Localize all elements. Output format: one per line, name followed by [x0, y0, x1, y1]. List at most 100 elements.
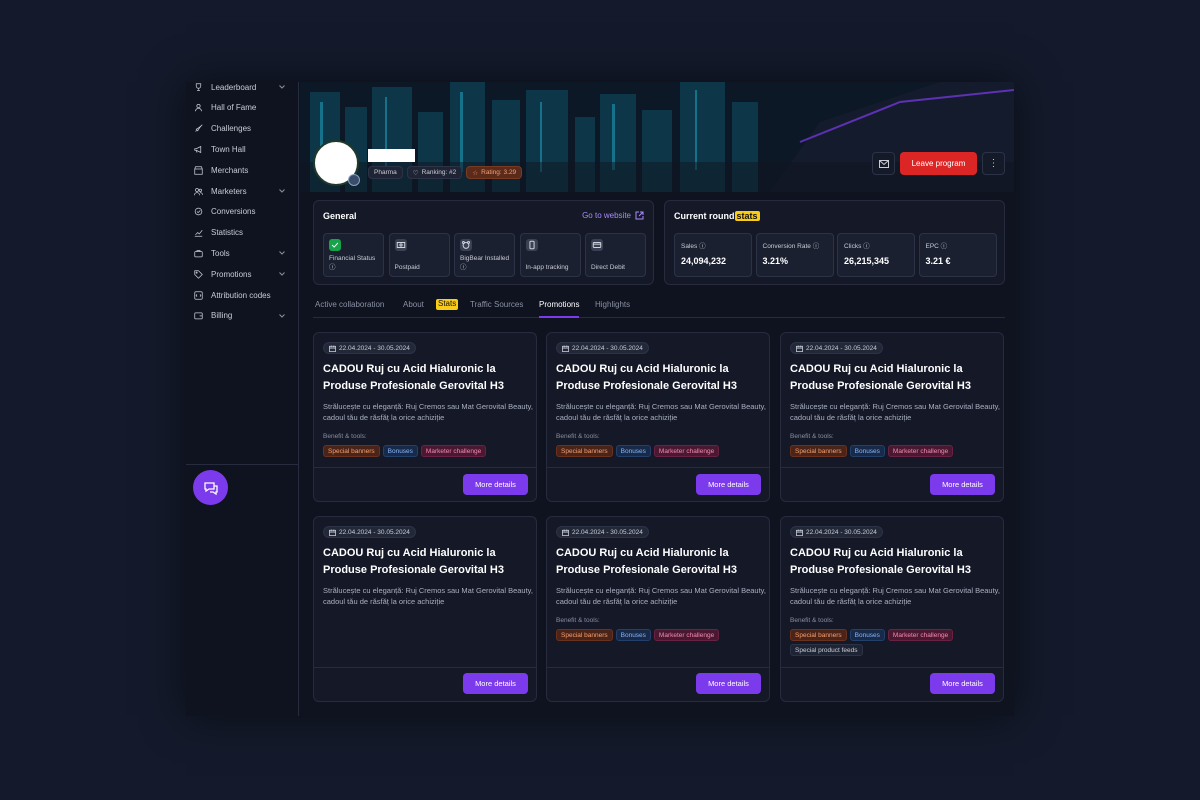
date-range-chip: 22.04.2024 - 30.05.2024	[323, 526, 416, 538]
promotion-card: 22.04.2024 - 30.05.2024 CADOU Ruj cu Acid…	[313, 516, 537, 702]
general-item-label: BigBear Installed ⓘ	[460, 255, 510, 271]
card-icon	[591, 239, 603, 251]
more-details-button[interactable]: More details	[696, 673, 761, 694]
conversion-icon	[194, 207, 203, 216]
benefit-label: Benefit & tools:	[790, 433, 834, 440]
message-button[interactable]	[872, 152, 895, 175]
general-item-in-app-tracking: In-app tracking	[519, 233, 581, 277]
current-round-panel: Current round stats Sales ⓘ 24,094,232 Conv…	[664, 200, 1005, 285]
tag-marketer-challenge: Marketer challenge	[653, 445, 720, 457]
general-panel: General Go to website Financial Status ⓘ…	[313, 200, 654, 285]
card-divider	[781, 667, 1003, 668]
sidebar-item-attribution-codes[interactable]: Attribution codes	[194, 286, 294, 304]
benefit-label: Benefit & tools:	[323, 433, 367, 440]
stat-card-clicks: Clicks ⓘ 26,215,345	[837, 233, 915, 277]
more-options-button[interactable]: ⋮	[982, 152, 1005, 175]
date-range-chip: 22.04.2024 - 30.05.2024	[790, 526, 883, 538]
date-range-text: 22.04.2024 - 30.05.2024	[572, 344, 643, 352]
promotion-title: CADOU Ruj cu Acid Hialuronic la Produse …	[556, 547, 737, 576]
sidebar-item-statistics[interactable]: Statistics	[194, 224, 294, 242]
promotion-card: 22.04.2024 - 30.05.2024 CADOU Ruj cu Acid…	[780, 332, 1004, 502]
tag-special-product-feeds: Special product feeds	[790, 644, 863, 656]
stat-label: EPC ⓘ	[925, 243, 948, 250]
chevron-down-icon[interactable]	[278, 187, 286, 195]
current-round-title-highlight: stats	[734, 211, 760, 221]
date-range-chip: 22.04.2024 - 30.05.2024	[556, 526, 649, 538]
tab-promotions[interactable]: Promotions	[539, 300, 580, 318]
general-item-direct-debit: Direct Debit	[585, 233, 646, 277]
users-icon	[194, 187, 203, 196]
sidebar-item-promotions[interactable]: Promotions	[194, 265, 294, 283]
tag-marketer-challenge: Marketer challenge	[653, 629, 720, 641]
date-range-text: 22.04.2024 - 30.05.2024	[806, 344, 877, 352]
stat-label: Sales ⓘ	[681, 243, 706, 250]
store-icon	[194, 166, 203, 175]
phone-icon	[525, 239, 538, 251]
sidebar-item-label: Leaderboard	[211, 82, 257, 92]
tab-stats[interactable]: Stats	[436, 299, 459, 310]
date-range-text: 22.04.2024 - 30.05.2024	[806, 528, 877, 536]
sidebar-item-conversions[interactable]: Conversions	[194, 203, 294, 221]
benefit-tags: Special banners Bonuses Marketer challenge	[556, 629, 766, 641]
chevron-down-icon[interactable]	[278, 83, 286, 91]
date-range-chip: 22.04.2024 - 30.05.2024	[323, 342, 416, 354]
verified-badge-icon	[348, 174, 360, 186]
sidebar-item-challenges[interactable]: Challenges	[194, 120, 294, 138]
tab-about[interactable]: About	[403, 300, 424, 318]
tab-traffic-sources[interactable]: Traffic Sources	[470, 300, 523, 318]
leave-program-button[interactable]: Leave program	[900, 152, 977, 175]
more-details-button[interactable]: More details	[463, 474, 528, 495]
tab-active-collaboration[interactable]: Active collaboration	[315, 300, 384, 318]
card-divider	[547, 467, 769, 468]
chevron-down-icon[interactable]	[278, 312, 286, 320]
tag-bonuses: Bonuses	[615, 445, 651, 457]
sidebar-item-billing[interactable]: Billing	[194, 307, 294, 325]
promotion-description: Strălucește cu eleganță: Ruj Cremos sau …	[556, 586, 766, 606]
general-item-financial-status: Financial Status ⓘ	[323, 233, 384, 277]
main-content: Pharma ♡ Ranking: #2 ☆ Rating: 3.29 Leav…	[300, 82, 1014, 716]
sidebar-item-label: Conversions	[211, 207, 256, 217]
sidebar-item-leaderboard[interactable]: Leaderboard	[194, 82, 294, 96]
go-to-website-link[interactable]: Go to website	[582, 211, 644, 220]
sidebar-item-town-hall[interactable]: Town Hall	[194, 140, 294, 158]
promotion-title: CADOU Ruj cu Acid Hialuronic la Produse …	[790, 363, 971, 392]
chat-button[interactable]	[193, 470, 228, 505]
tab-highlights[interactable]: Highlights	[595, 300, 630, 318]
trophy-icon	[194, 82, 203, 92]
tag-bonuses: Bonuses	[615, 629, 651, 641]
benefit-label: Benefit & tools:	[790, 617, 834, 624]
calendar-icon	[562, 344, 569, 352]
promotion-description: Strălucește cu eleganță: Ruj Cremos sau …	[323, 586, 533, 606]
sidebar-divider	[186, 464, 299, 465]
sidebar-item-tools[interactable]: Tools	[194, 244, 294, 262]
promotion-description: Strălucește cu eleganță: Ruj Cremos sau …	[790, 586, 1000, 606]
sidebar-item-hall-of-fame[interactable]: Hall of Fame	[194, 99, 294, 117]
more-details-button[interactable]: More details	[463, 673, 528, 694]
tag-special-banners: Special banners	[556, 445, 613, 457]
money-icon	[394, 239, 407, 251]
more-details-button[interactable]: More details	[930, 673, 995, 694]
tag-icon	[194, 270, 203, 279]
sidebar-item-label: Billing	[211, 311, 233, 321]
chat-icon	[203, 481, 218, 495]
card-divider	[314, 667, 536, 668]
ranking-chip: ♡ Ranking: #2	[406, 166, 463, 179]
date-range-chip: 22.04.2024 - 30.05.2024	[556, 342, 649, 354]
calendar-icon	[329, 344, 336, 352]
chevron-down-icon[interactable]	[278, 249, 286, 257]
promotion-card: 22.04.2024 - 30.05.2024 CADOU Ruj cu Acid…	[546, 332, 770, 502]
sidebar-item-label: Marketers	[211, 186, 247, 196]
tag-special-banners: Special banners	[790, 445, 847, 457]
sidebar-item-merchants[interactable]: Merchants	[194, 161, 294, 179]
code-icon	[194, 290, 203, 300]
sidebar-item-label: Statistics	[211, 228, 244, 238]
more-details-button[interactable]: More details	[930, 474, 995, 495]
card-divider	[314, 467, 536, 468]
check-icon	[329, 239, 341, 251]
promotion-card: 22.04.2024 - 30.05.2024 CADOU Ruj cu Acid…	[546, 516, 770, 702]
current-round-title-text: Current round	[674, 211, 735, 221]
sidebar-item-marketers[interactable]: Marketers	[194, 182, 294, 200]
more-details-button[interactable]: More details	[696, 474, 761, 495]
chevron-down-icon[interactable]	[278, 270, 286, 278]
benefit-label: Benefit & tools:	[556, 617, 600, 624]
